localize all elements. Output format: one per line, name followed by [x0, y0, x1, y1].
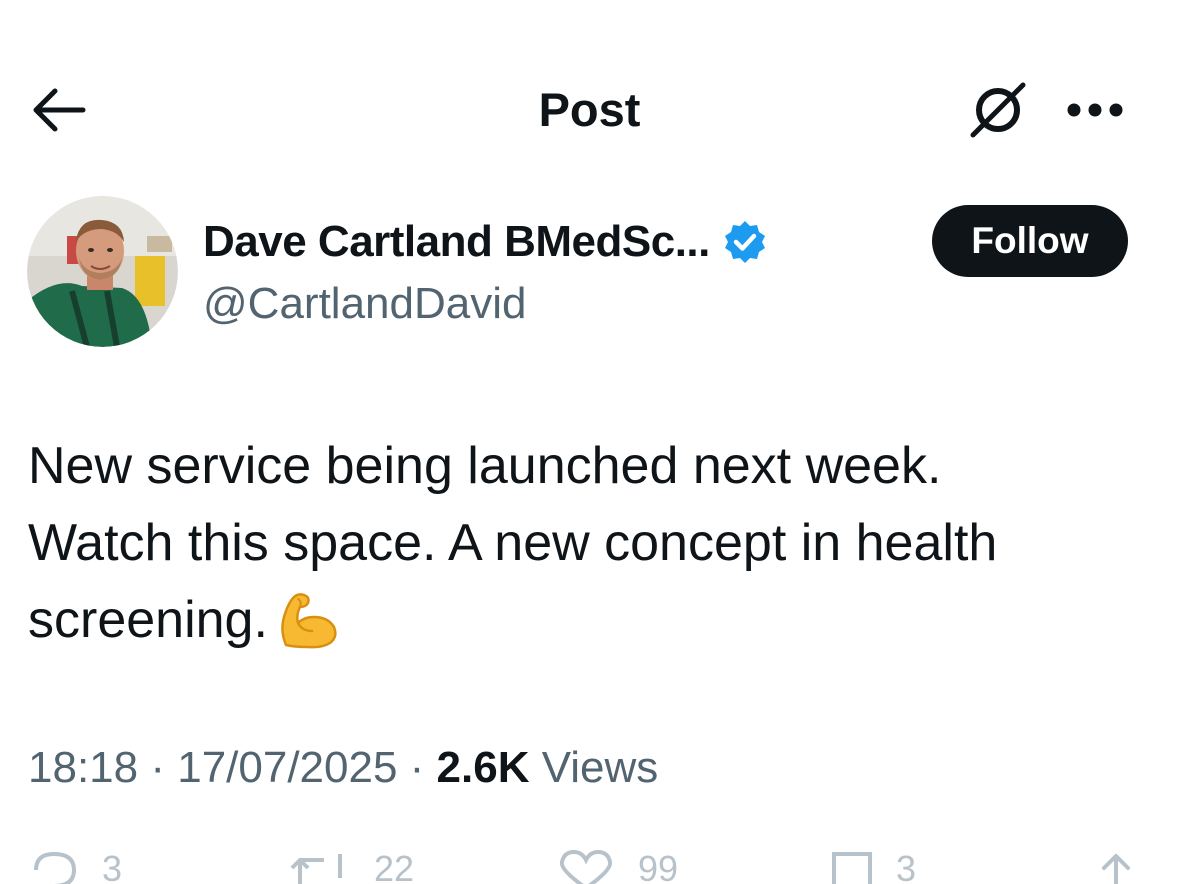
grok-icon: [970, 82, 1026, 138]
meta-separator: ·: [138, 743, 178, 792]
tweet-line: Watch this space. A new concept in healt…: [28, 514, 998, 572]
views-label: Views: [529, 743, 659, 792]
repost-icon: [290, 854, 342, 884]
tweet-text: New service being launched next week. Wa…: [28, 428, 1158, 659]
avatar[interactable]: [27, 196, 178, 347]
bookmark-icon: [832, 852, 872, 884]
bookmark-count: 3: [896, 848, 917, 884]
reply-button[interactable]: 3: [30, 848, 122, 884]
author-name-row[interactable]: Dave Cartland BMedSc...: [203, 210, 768, 274]
follow-button[interactable]: Follow: [932, 205, 1128, 277]
share-button[interactable]: [1096, 848, 1158, 884]
tweet-line: New service being launched next week.: [28, 437, 942, 495]
views-count[interactable]: 2.6K: [437, 743, 530, 792]
like-count: 99: [638, 848, 679, 884]
repost-count: 22: [374, 848, 415, 884]
meta-separator: ·: [397, 743, 437, 792]
grok-button[interactable]: [960, 72, 1036, 148]
avatar-photo: [27, 196, 178, 347]
post-time: 18:18: [28, 743, 139, 792]
bookmark-button[interactable]: 3: [830, 848, 916, 884]
author-handle[interactable]: @CartlandDavid: [203, 276, 526, 332]
share-icon: [1102, 854, 1130, 884]
heart-icon: [559, 849, 613, 884]
reply-icon: [34, 851, 77, 884]
reply-count: 3: [102, 848, 123, 884]
flexed-biceps-icon: [278, 591, 340, 649]
post-date: 17/07/2025: [177, 743, 398, 792]
tweet-line-text: screening.: [28, 591, 268, 649]
more-options-button[interactable]: [1060, 80, 1130, 140]
author-name: Dave Cartland BMedSc...: [203, 217, 710, 266]
repost-button[interactable]: 22: [288, 848, 414, 884]
tweet-line: screening.: [28, 582, 1158, 659]
post-meta: 18:18 · 17/07/2025 · 2.6K Views: [28, 740, 658, 796]
like-button[interactable]: 99: [556, 848, 678, 884]
more-horizontal-icon: [1067, 103, 1123, 117]
verified-badge-icon: [722, 219, 768, 265]
